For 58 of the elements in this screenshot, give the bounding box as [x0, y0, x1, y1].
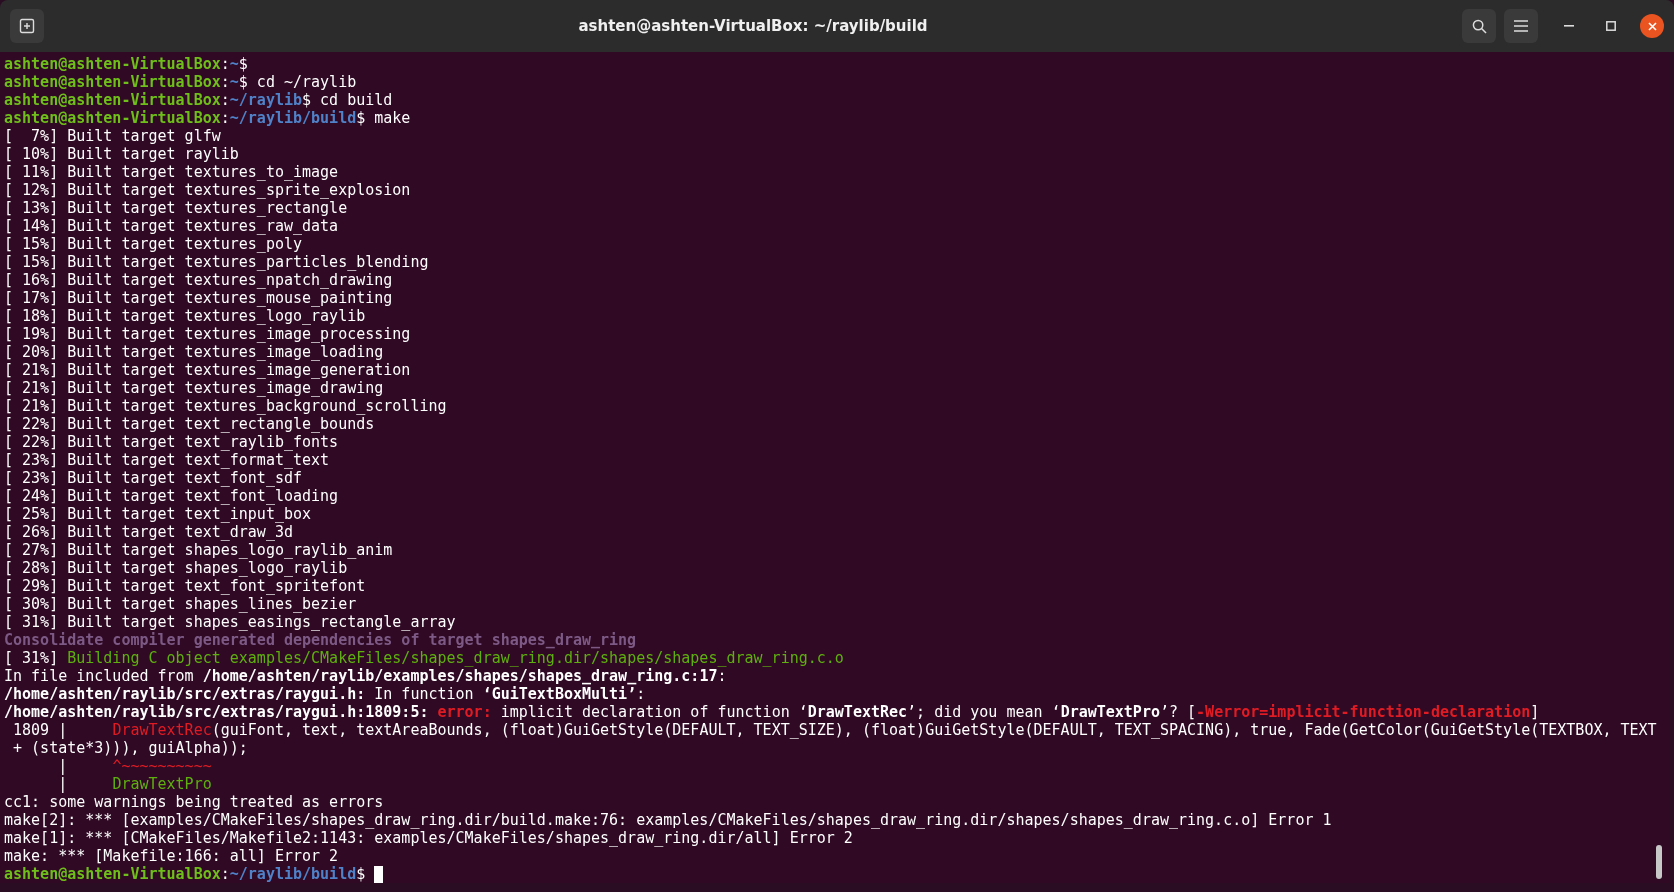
- terminal-line: [ 14%] Built target textures_raw_data: [4, 217, 339, 235]
- new-tab-icon: [19, 18, 35, 34]
- terminal-line: [ 26%] Built target text_draw_3d: [4, 523, 293, 541]
- terminal-line: [ 29%] Built target text_font_spritefont: [4, 577, 366, 595]
- terminal-line: make: *** [Makefile:166: all] Error 2: [4, 847, 339, 865]
- terminal-line: ashten@ashten-VirtualBox:~$: [4, 55, 248, 73]
- terminal-line: [ 21%] Built target textures_background_scrolling: [4, 397, 447, 415]
- terminal-line: [ 24%] Built target text_font_loading: [4, 487, 339, 505]
- terminal-line: make[2]: *** [examples/CMakeFiles/shapes_draw_ring.dir/build.make:76: examples/CMakeFiles/shapes_draw_ring.dir/shapes/shapes_draw_ring.c.o] Error 1: [4, 811, 1332, 829]
- terminal-line: | DrawTextPro: [57, 775, 212, 793]
- terminal-line: [ 15%] Built target textures_poly: [4, 235, 302, 253]
- terminal-line: [ 11%] Built target textures_to_image: [4, 163, 339, 181]
- terminal-line: ashten@ashten-VirtualBox:~/raylib$ cd build: [4, 91, 393, 109]
- minimize-icon: [1564, 25, 1574, 27]
- terminal-line: [ 25%] Built target text_input_box: [4, 505, 312, 523]
- terminal-line: make[1]: *** [CMakeFiles/Makefile2:1143: examples/CMakeFiles/shapes_draw_ring.dir/all] Error 2: [4, 829, 853, 847]
- new-tab-button[interactable]: [10, 9, 44, 43]
- terminal-line: 1809 | DrawTextRec(guiFont, text, textAreaBounds, (float)GuiGetStyle(DEFAULT, TEXT_SIZE), (float)GuiGetStyle(DEFAULT, TEXT_SPACING), true, Fade(GetColor(GuiGetStyle(TEXTBOX, TEXT: [12, 721, 1657, 739]
- terminal-line: /home/ashten/raylib/src/extras/raygui.h:1809:5: error: implicit declaration of function ‘DrawTextRec’; did you mean ‘DrawTextPro’? [-Werror=implicit-function-declaration]: [4, 703, 1540, 721]
- terminal-line: /home/ashten/raylib/src/extras/raygui.h: In function ‘GuiTextBoxMulti’:: [4, 685, 646, 703]
- terminal-line: [ 22%] Built target text_raylib_fonts: [4, 433, 339, 451]
- terminal-line: ashten@ashten-VirtualBox:~$ cd ~/raylib: [4, 73, 357, 91]
- close-button[interactable]: [1640, 14, 1664, 38]
- terminal-line: [ 22%] Built target text_rectangle_bounds: [4, 415, 375, 433]
- terminal-line: ashten@ashten-VirtualBox:~/raylib/build$ make: [4, 109, 411, 127]
- terminal-line: [ 21%] Built target textures_image_generation: [4, 361, 411, 379]
- terminal-line: [ 17%] Built target textures_mouse_painting: [4, 289, 393, 307]
- search-button[interactable]: [1462, 9, 1496, 43]
- terminal-line: [ 23%] Built target text_font_sdf: [4, 469, 302, 487]
- terminal-line: [ 19%] Built target textures_image_processing: [4, 325, 411, 343]
- terminal-line: [ 27%] Built target shapes_logo_raylib_anim: [4, 541, 393, 559]
- terminal-line: cc1: some warnings being treated as errors: [4, 793, 384, 811]
- terminal-line: [ 20%] Built target textures_image_loading: [4, 343, 384, 361]
- terminal-line: [ 7%] Built target glfw: [4, 127, 221, 145]
- terminal-line: [ 30%] Built target shapes_lines_bezier: [4, 595, 357, 613]
- maximize-icon: [1606, 21, 1616, 31]
- terminal-line: [ 10%] Built target raylib: [4, 145, 239, 163]
- menu-icon: [1514, 20, 1528, 32]
- window-title: ashten@ashten-VirtualBox: ~/raylib/build: [578, 15, 928, 37]
- close-icon: [1647, 21, 1657, 31]
- terminal-line: [ 31%] Built target shapes_easings_rectangle_array: [4, 613, 456, 631]
- terminal-line: [ 31%] Building C object examples/CMakeFiles/shapes_draw_ring.dir/shapes/shapes_draw_ring.c.o: [4, 649, 844, 667]
- terminal-line: In file included from /home/ashten/raylib/examples/shapes/shapes_draw_ring.c:17:: [4, 667, 727, 685]
- terminal-line: ashten@ashten-VirtualBox:~/raylib/build$: [4, 865, 366, 883]
- terminal-line: [ 12%] Built target textures_sprite_explosion: [4, 181, 411, 199]
- terminal-line: [ 28%] Built target shapes_logo_raylib: [4, 559, 348, 577]
- terminal-line: [ 23%] Built target text_format_text: [4, 451, 330, 469]
- terminal-line: [ 15%] Built target textures_particles_blending: [4, 253, 429, 271]
- terminal-line: [ 13%] Built target textures_rectangle: [4, 199, 348, 217]
- terminal-line: Consolidate compiler generated dependencies of target shapes_draw_ring: [4, 631, 637, 649]
- terminal-line: + (state*3))), guiAlpha));: [12, 739, 248, 757]
- terminal-line: [ 18%] Built target textures_logo_raylib: [4, 307, 366, 325]
- terminal-line: [ 16%] Built target textures_npatch_drawing: [4, 271, 393, 289]
- terminal-line: [ 21%] Built target textures_image_drawing: [4, 379, 384, 397]
- terminal-line: | ^~~~~~~~~~~: [57, 757, 212, 775]
- menu-button[interactable]: [1504, 9, 1538, 43]
- scrollbar-thumb[interactable]: [1656, 845, 1662, 879]
- search-icon: [1471, 18, 1487, 34]
